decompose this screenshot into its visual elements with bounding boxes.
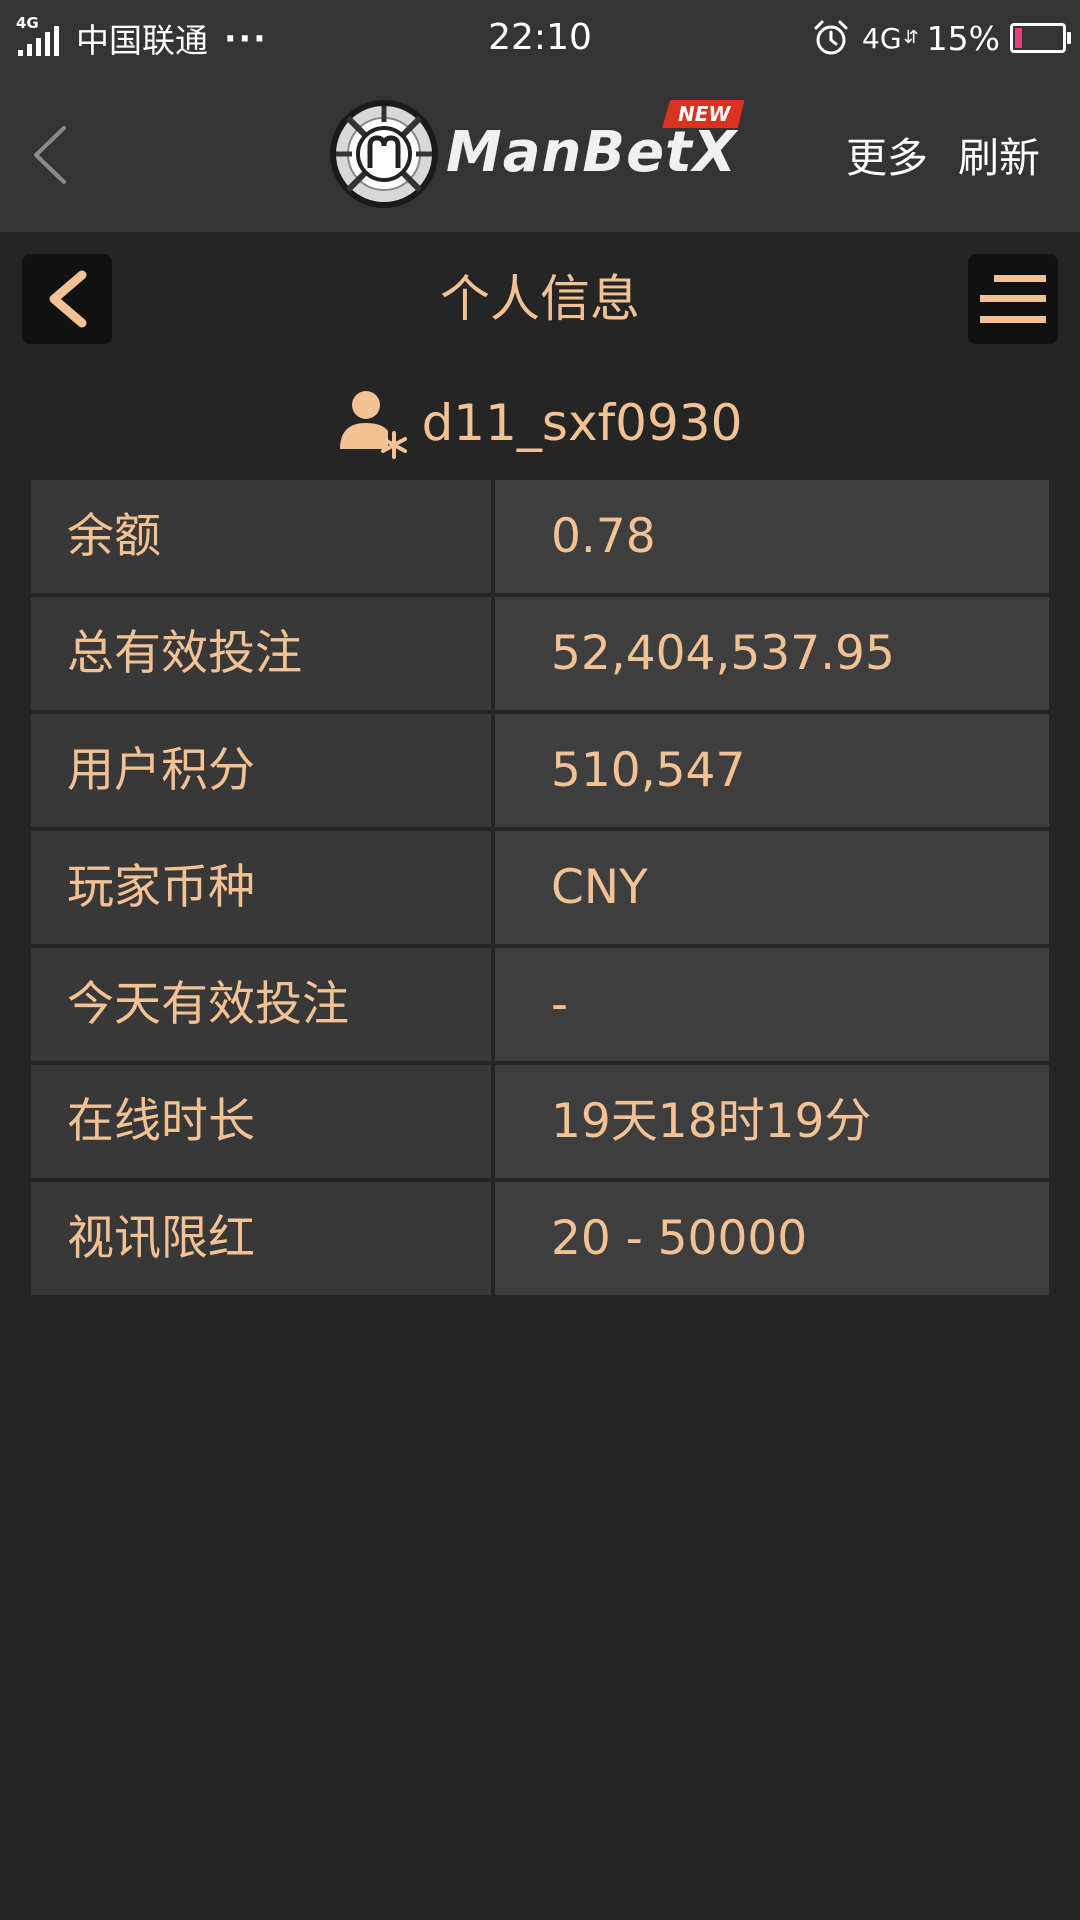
menu-button[interactable] [968,254,1058,344]
table-row: 视讯限红 20 - 50000 [31,1182,1049,1295]
manbetx-logo: ManBetX NEW [328,98,758,208]
info-value: - [495,948,1049,1061]
chevron-left-icon [49,270,87,328]
info-label: 余额 [31,480,491,593]
battery-icon [1010,23,1071,53]
info-value: 20 - 50000 [495,1182,1049,1295]
info-label: 玩家币种 [31,831,491,944]
table-row: 余额 0.78 [31,480,1049,593]
data-transfer-icon: ⇵ [903,27,919,48]
user-settings-icon [339,391,407,459]
info-label: 总有效投注 [31,597,491,710]
status-bar: 4G 中国联通 ··· 22:10 4G ⇵ 15% [0,0,1080,76]
carrier-name: 中国联通 [76,21,208,60]
info-label: 今天有效投注 [31,948,491,1061]
table-row: 今天有效投注 - [31,948,1049,1061]
refresh-button[interactable]: 刷新 [958,124,1040,184]
page-title-bar: 个人信息 [0,232,1080,366]
user-line: d11_sxf0930 [0,378,1080,468]
signal-network-label: 4G [16,14,39,32]
table-row: 玩家币种 CNY [31,831,1049,944]
info-value: 0.78 [495,480,1049,593]
battery-level-fill [1015,28,1022,48]
table-row: 在线时长 19天18时19分 [31,1065,1049,1178]
info-value: 19天18时19分 [495,1065,1049,1178]
hamburger-menu-icon [980,275,1046,323]
signal-icon: 4G [16,16,62,60]
logo-wordmark: ManBetX [446,120,737,185]
status-right: 4G ⇵ 15% [812,0,1071,76]
alarm-clock-icon [814,20,848,55]
username: d11_sxf0930 [421,394,743,452]
more-notifications-dots: ··· [224,18,268,58]
network-type: 4G [862,21,902,55]
info-table: 余额 0.78 总有效投注 52,404,537.95 用户积分 510,547 玩家币种 C… [31,480,1049,1299]
table-row: 总有效投注 52,404,537.95 [31,597,1049,710]
info-value: 52,404,537.95 [495,597,1049,710]
page-back-button[interactable] [22,254,112,344]
table-row: 用户积分 510,547 [31,714,1049,827]
info-label: 用户积分 [31,714,491,827]
info-value: CNY [495,831,1049,944]
more-button[interactable]: 更多 [846,124,928,184]
back-arrow-icon[interactable] [26,120,76,190]
logo-emblem-icon [330,100,438,208]
info-label: 视讯限红 [31,1182,491,1295]
info-label: 在线时长 [31,1065,491,1178]
new-badge: NEW [662,100,745,128]
app-header: ManBetX NEW 更多 刷新 [0,76,1080,232]
info-value: 510,547 [495,714,1049,827]
status-left: 4G 中国联通 ··· [16,0,268,76]
header-actions: 更多 刷新 [846,76,1040,232]
battery-percentage: 15% [926,18,1000,58]
page-title: 个人信息 [440,270,640,328]
